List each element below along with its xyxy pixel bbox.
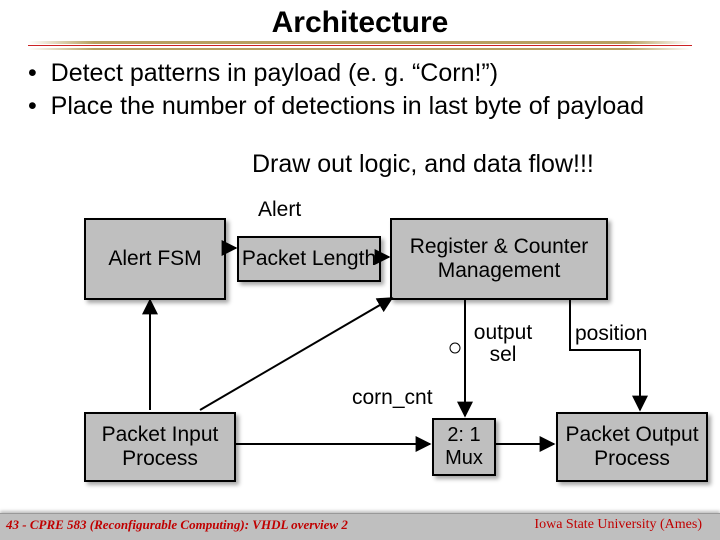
diagram: Alert FSM Packet Length Register & Count… <box>0 200 720 514</box>
bullet-1: • Detect patterns in payload (e. g. “Cor… <box>28 58 692 89</box>
annotation-text: Draw out logic, and data flow!!! <box>252 150 594 179</box>
footer: 43 - CPRE 583 (Reconfigurable Computing)… <box>0 513 720 540</box>
slide-title: Architecture <box>0 0 720 40</box>
bullet-list: • Detect patterns in payload (e. g. “Cor… <box>0 48 720 123</box>
bullet-2: • Place the number of detections in last… <box>28 91 692 122</box>
title-rule <box>28 43 692 48</box>
edges <box>0 200 720 514</box>
footer-left: 43 - CPRE 583 (Reconfigurable Computing)… <box>6 517 348 533</box>
footer-right: Iowa State University (Ames) <box>534 517 702 533</box>
